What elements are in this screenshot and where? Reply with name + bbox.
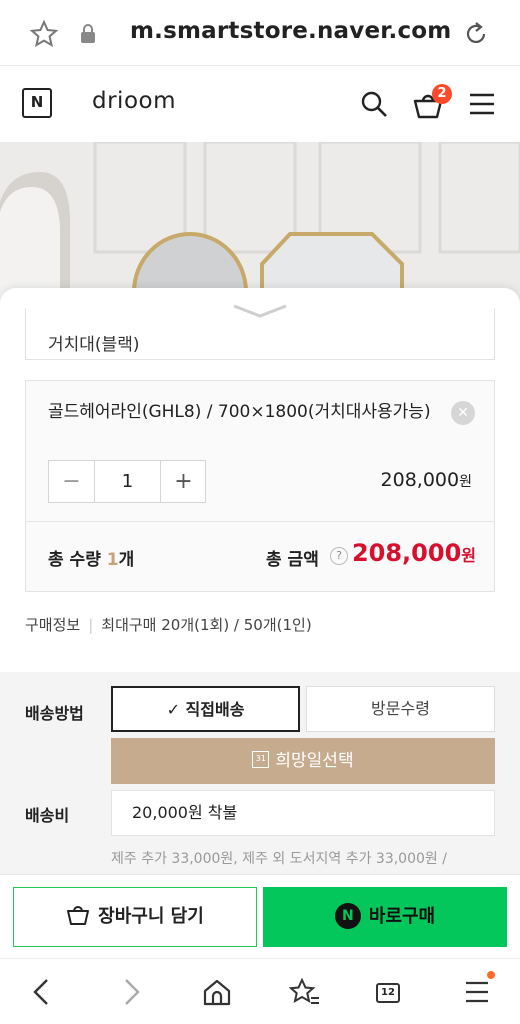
product-image [0, 142, 520, 312]
menu-icon[interactable] [468, 92, 496, 116]
add-to-cart-label: 장바구니 담기 [98, 906, 204, 927]
shipping-fee-label: 배송비 [25, 806, 70, 825]
calendar-icon: 31 [252, 751, 270, 768]
npay-icon: N [334, 902, 361, 929]
separator: | [88, 616, 94, 634]
action-bar: 장바구니 담기 N 바로구매 [0, 874, 520, 958]
purchase-info-text: 최대구매 20개(1회) / 50개(1인) [101, 616, 312, 634]
select-date-label: 희망일선택 [275, 751, 354, 771]
total-quantity-value: 1 [106, 550, 119, 570]
back-icon[interactable] [26, 977, 60, 1007]
brand-logo[interactable]: drioom [92, 88, 176, 114]
remove-option-button[interactable]: ✕ [451, 401, 475, 425]
browser-nav-bar: 12 [0, 958, 520, 1024]
option-price-unit: 원 [459, 474, 472, 490]
purchase-info-label: 구매정보 [25, 616, 81, 634]
divider [26, 521, 494, 522]
buy-now-button[interactable]: N 바로구매 [263, 887, 507, 947]
quantity-decrease-button[interactable]: − [49, 461, 95, 502]
shipping-fee-note: 제주 추가 33,000원, 제주 외 도서지역 추가 33,000원 / [111, 851, 447, 867]
browser-url-bar: m.smartstore.naver.com [0, 0, 520, 66]
reload-icon[interactable] [462, 20, 490, 48]
option-price: 208,000원 [381, 469, 472, 491]
total-amount: 208,000원 [352, 539, 476, 567]
shipping-method-label: 배송방법 [25, 704, 84, 723]
shopping-bag-icon [67, 906, 90, 925]
ship-direct-button[interactable]: ✓ 직접배송 [111, 686, 300, 732]
total-amount-value: 208,000 [351, 539, 462, 567]
buy-now-label: 바로구매 [368, 906, 436, 927]
search-icon[interactable] [360, 90, 388, 118]
cart-count-badge: 2 [432, 84, 452, 104]
total-amount-unit: 원 [461, 546, 476, 565]
total-amount-label: 총 금액 [266, 550, 319, 570]
add-to-cart-button[interactable]: 장바구니 담기 [13, 887, 257, 947]
site-header: N drioom 2 [0, 66, 520, 142]
tabs-icon[interactable]: 12 [376, 983, 400, 1003]
option-select[interactable]: 거치대(블랙) [25, 308, 495, 360]
total-quantity-unit: 개 [118, 550, 135, 570]
mirror-photo [0, 142, 520, 312]
option-price-value: 208,000 [380, 469, 460, 491]
selected-option-name: 골드헤어라인(GHL8) / 700×1800(거치대사용가능) [48, 402, 431, 422]
quantity-stepper: − 1 + [48, 460, 206, 503]
lock-icon [81, 24, 95, 43]
shipping-fee-value: 20,000원 착불 [111, 790, 495, 836]
total-quantity: 총 수량 1개 [48, 545, 134, 570]
ship-visit-button[interactable]: 방문수령 [306, 686, 495, 732]
naver-n-logo[interactable]: N [22, 88, 52, 118]
purchase-info: 구매정보 | 최대구매 20개(1회) / 50개(1인) [25, 614, 312, 635]
bookmarks-icon[interactable] [287, 977, 321, 1007]
help-icon[interactable]: ? [330, 547, 348, 565]
url-text[interactable]: m.smartstore.naver.com [130, 18, 451, 44]
browser-menu-icon[interactable] [460, 977, 494, 1007]
notification-dot [487, 971, 495, 979]
quantity-input[interactable]: 1 [95, 461, 160, 502]
quantity-increase-button[interactable]: + [160, 461, 206, 502]
select-date-button[interactable]: 31 희망일선택 [111, 738, 495, 784]
home-icon[interactable] [200, 977, 234, 1007]
selected-option-box: 골드헤어라인(GHL8) / 700×1800(거치대사용가능) ✕ − 1 +… [25, 380, 495, 592]
total-quantity-label: 총 수량 [48, 550, 101, 570]
option-select-value: 거치대(블랙) [48, 335, 140, 355]
bookmark-star-icon[interactable] [30, 20, 58, 48]
forward-icon[interactable] [114, 977, 148, 1007]
